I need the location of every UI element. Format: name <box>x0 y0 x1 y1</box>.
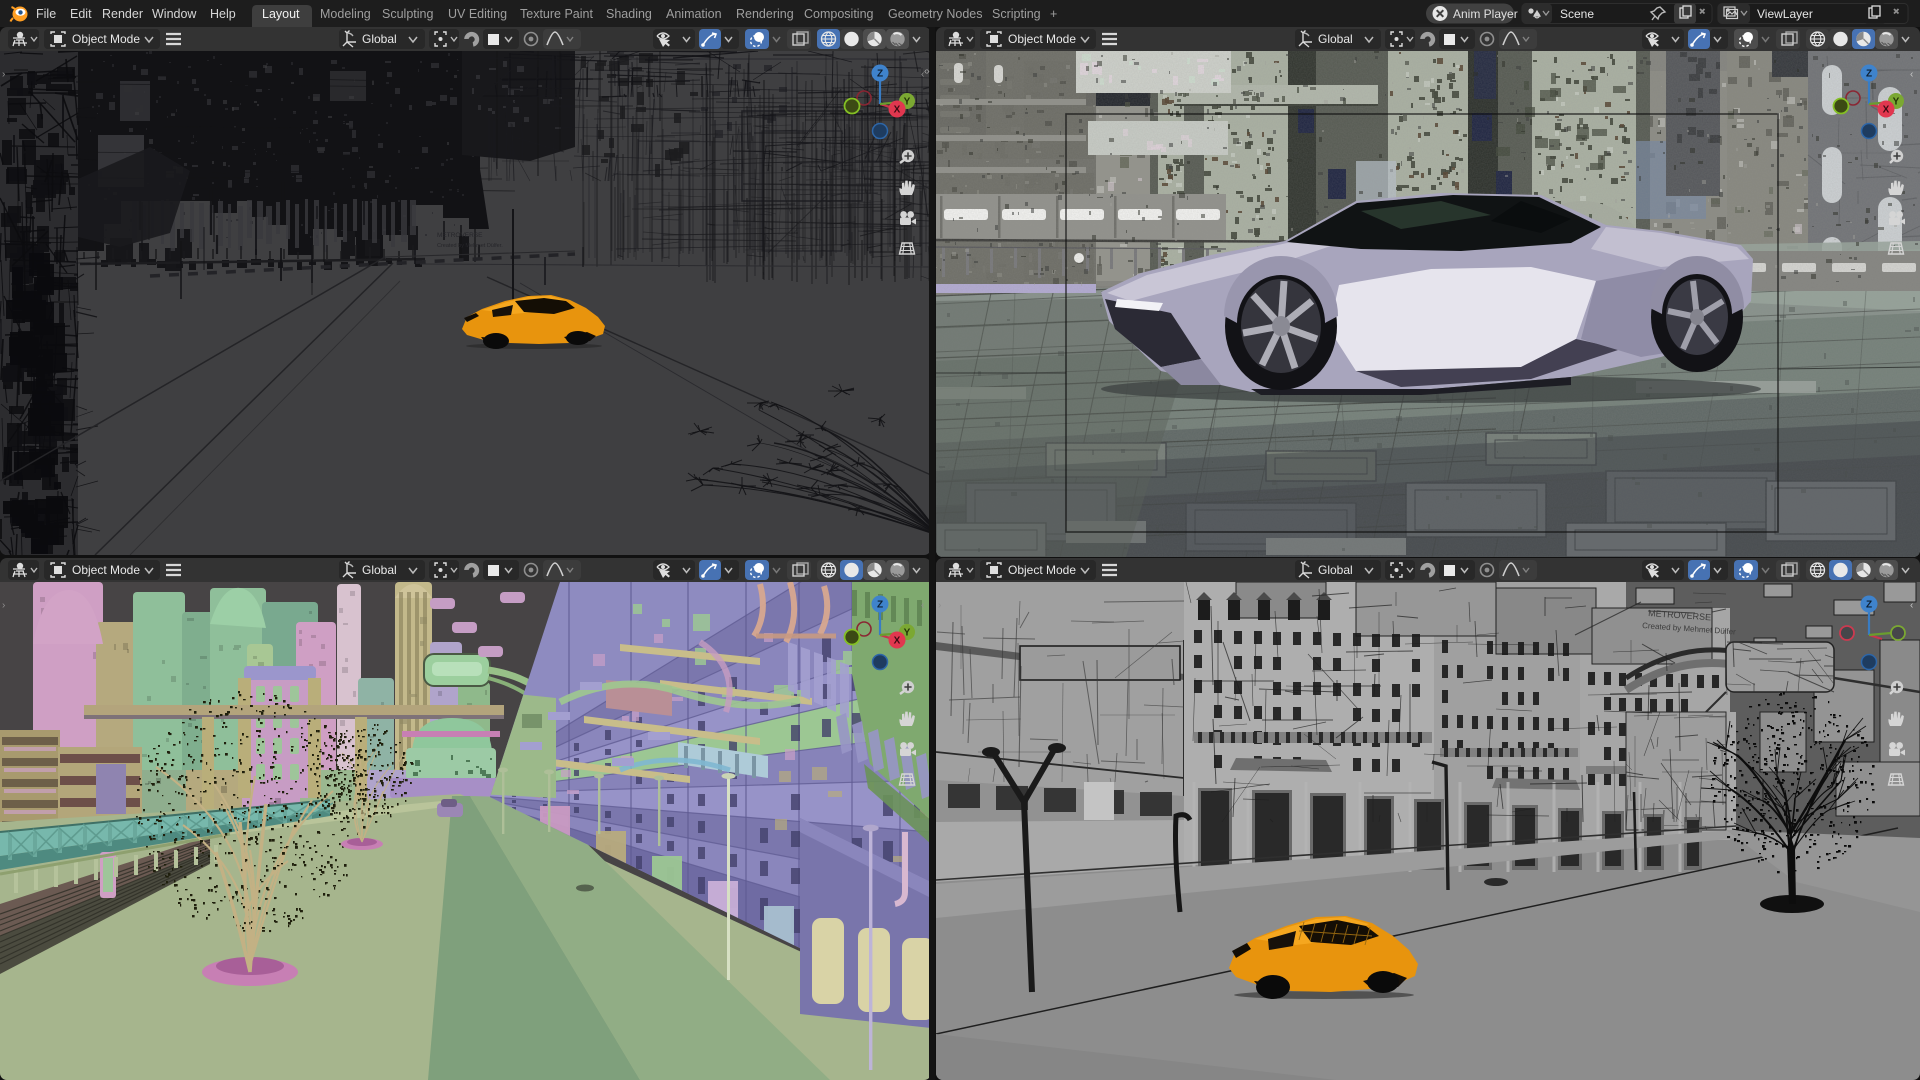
svg-text:Scripting: Scripting <box>992 7 1041 21</box>
svg-text:METROVERSE: METROVERSE <box>437 232 483 239</box>
svg-text:Animation: Animation <box>666 7 722 21</box>
svg-text:Anim Player: Anim Player <box>1453 7 1518 21</box>
svg-text:Global: Global <box>1318 32 1353 46</box>
svg-text:Texture Paint: Texture Paint <box>520 7 593 21</box>
svg-text:File: File <box>36 7 56 21</box>
svg-text:Object Mode: Object Mode <box>1008 32 1076 46</box>
svg-text:Z: Z <box>1866 69 1872 80</box>
svg-text:Geometry Nodes: Geometry Nodes <box>888 7 982 21</box>
svg-text:Modeling: Modeling <box>320 7 371 21</box>
svg-text:Created by Mehmet Dülfer.: Created by Mehmet Dülfer. <box>437 243 503 249</box>
svg-text:Rendering: Rendering <box>736 7 794 21</box>
svg-text:Scene: Scene <box>1560 7 1594 21</box>
svg-text:Object Mode: Object Mode <box>72 563 140 577</box>
svg-text:UV Editing: UV Editing <box>448 7 507 21</box>
svg-text:X: X <box>894 105 901 116</box>
svg-text:Global: Global <box>362 563 397 577</box>
svg-text:Edit: Edit <box>70 7 92 21</box>
svg-text:‹: ‹ <box>1910 69 1913 80</box>
svg-text:Window: Window <box>152 7 197 21</box>
svg-text:Shading: Shading <box>606 7 652 21</box>
svg-text:Z: Z <box>877 69 883 80</box>
svg-text:Help: Help <box>210 7 236 21</box>
svg-text:Render: Render <box>102 7 143 21</box>
svg-text:ViewLayer: ViewLayer <box>1757 7 1813 21</box>
svg-text:Sculpting: Sculpting <box>382 7 433 21</box>
svg-text:Global: Global <box>362 32 397 46</box>
svg-text:›: › <box>2 69 5 80</box>
svg-text:Layout: Layout <box>262 7 300 21</box>
svg-text:Object Mode: Object Mode <box>72 32 140 46</box>
svg-text:Compositing: Compositing <box>804 7 874 21</box>
svg-text:X: X <box>1883 105 1890 116</box>
svg-text:+: + <box>1050 7 1057 21</box>
